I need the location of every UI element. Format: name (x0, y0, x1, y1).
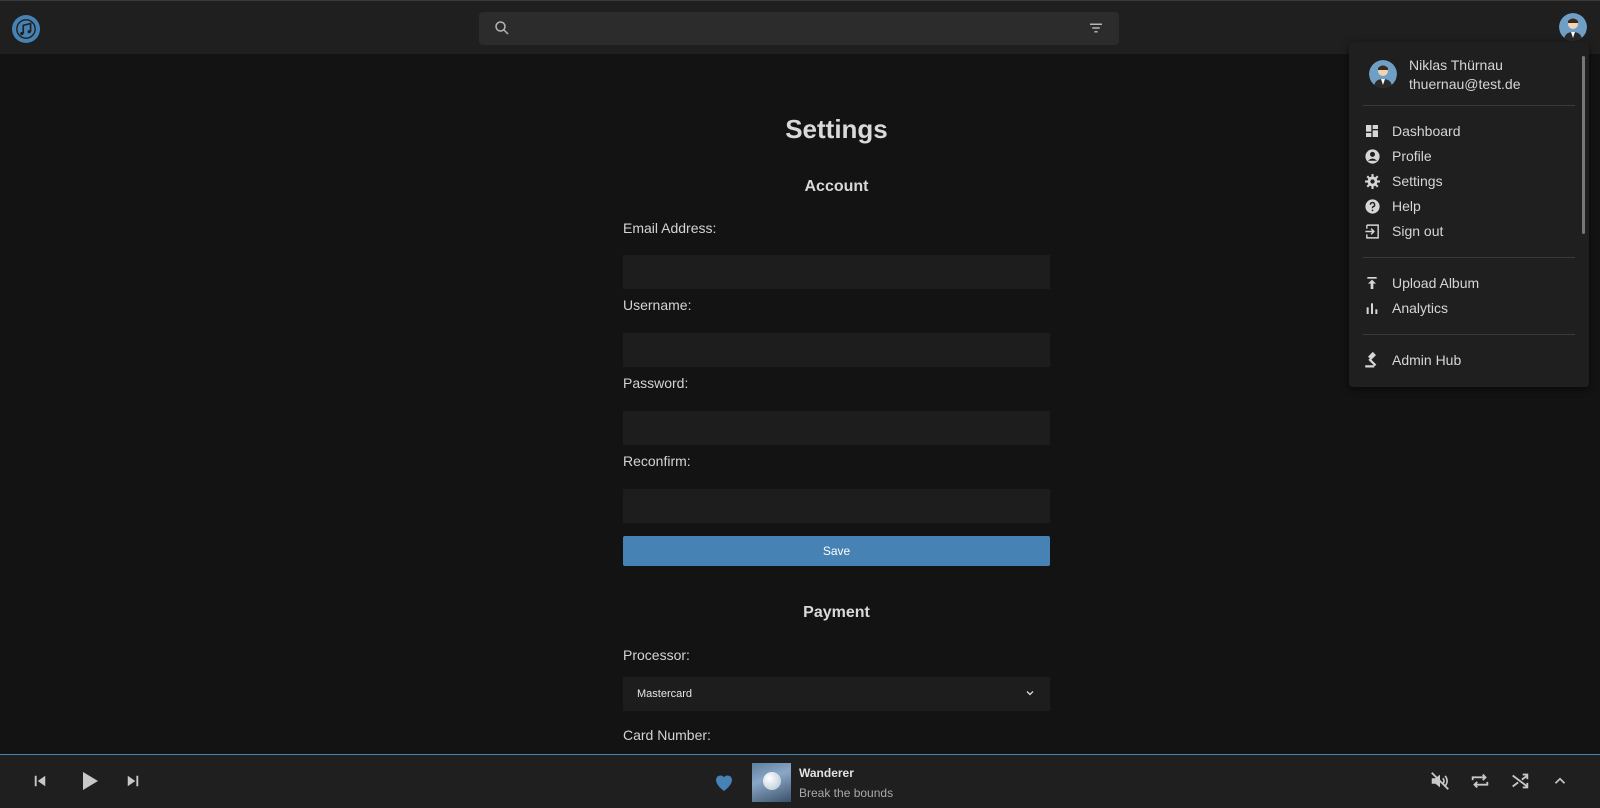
menu-item-dashboard[interactable]: Dashboard (1363, 119, 1575, 143)
email-field[interactable] (623, 255, 1050, 289)
gear-icon (1363, 172, 1381, 190)
save-button[interactable]: Save (623, 536, 1050, 566)
payment-section-title: Payment (803, 604, 870, 621)
heart-icon[interactable] (712, 770, 736, 794)
menu-item-help[interactable]: Help (1363, 194, 1575, 218)
menu-scrollbar[interactable] (1582, 56, 1585, 234)
player-bar: Wanderer Break the bounds (0, 754, 1600, 808)
account-circle-icon (1363, 147, 1381, 165)
play-icon[interactable] (76, 768, 102, 794)
menu-item-admin-hub[interactable]: Admin Hub (1363, 348, 1575, 372)
menu-item-label: Profile (1392, 148, 1432, 164)
skip-previous-icon[interactable] (30, 771, 50, 791)
chevron-up-icon[interactable] (1549, 770, 1571, 792)
gavel-icon (1363, 351, 1381, 369)
menu-divider (1363, 105, 1575, 106)
search-bar (479, 12, 1119, 45)
username-label: Username: (623, 297, 692, 313)
menu-divider (1363, 257, 1575, 258)
avatar (1369, 60, 1397, 88)
repeat-icon[interactable] (1468, 769, 1492, 793)
shuffle-icon[interactable] (1508, 769, 1532, 793)
menu-item-settings[interactable]: Settings (1363, 169, 1575, 193)
menu-item-upload-album[interactable]: Upload Album (1363, 271, 1575, 295)
search-input[interactable] (523, 12, 1063, 45)
menu-item-label: Sign out (1392, 223, 1444, 239)
skip-next-icon[interactable] (123, 771, 143, 791)
email-label: Email Address: (623, 220, 717, 236)
menu-item-label: Settings (1392, 173, 1443, 189)
user-avatar-button[interactable] (1559, 13, 1587, 41)
filter-icon[interactable] (1087, 19, 1105, 42)
volume-off-icon[interactable] (1428, 769, 1452, 793)
user-menu: Niklas Thürnau thuernau@test.de Dashboar… (1349, 42, 1589, 387)
menu-item-label: Dashboard (1392, 123, 1461, 139)
track-title[interactable]: Wanderer (799, 766, 854, 780)
password-field[interactable] (623, 411, 1050, 445)
search-icon[interactable] (493, 19, 511, 42)
username-field[interactable] (623, 333, 1050, 367)
upload-icon (1363, 274, 1381, 292)
reconfirm-label: Reconfirm: (623, 453, 691, 469)
processor-selected-value: Mastercard (637, 688, 693, 700)
album-cover[interactable] (752, 763, 791, 802)
processor-select[interactable]: Mastercard (623, 677, 1050, 711)
menu-item-label: Upload Album (1392, 275, 1480, 291)
card-number-label: Card Number: (623, 727, 711, 743)
app-logo-icon[interactable] (12, 15, 40, 43)
menu-item-sign-out[interactable]: Sign out (1363, 219, 1575, 243)
menu-item-label: Help (1392, 198, 1421, 214)
reconfirm-field[interactable] (623, 489, 1050, 523)
menu-item-analytics[interactable]: Analytics (1363, 296, 1575, 320)
menu-item-profile[interactable]: Profile (1363, 144, 1575, 168)
chevron-down-icon (1024, 687, 1036, 702)
menu-divider (1363, 334, 1575, 335)
track-artist[interactable]: Break the bounds (799, 786, 893, 800)
sign-out-icon (1363, 222, 1381, 240)
user-email: thuernau@test.de (1409, 76, 1521, 92)
help-icon (1363, 197, 1381, 215)
bar-chart-icon (1363, 299, 1381, 317)
password-label: Password: (623, 375, 689, 391)
user-name: Niklas Thürnau (1409, 57, 1503, 73)
menu-item-label: Admin Hub (1392, 352, 1462, 368)
processor-label: Processor: (623, 647, 690, 663)
menu-item-label: Analytics (1392, 300, 1449, 316)
dashboard-icon (1363, 122, 1381, 140)
